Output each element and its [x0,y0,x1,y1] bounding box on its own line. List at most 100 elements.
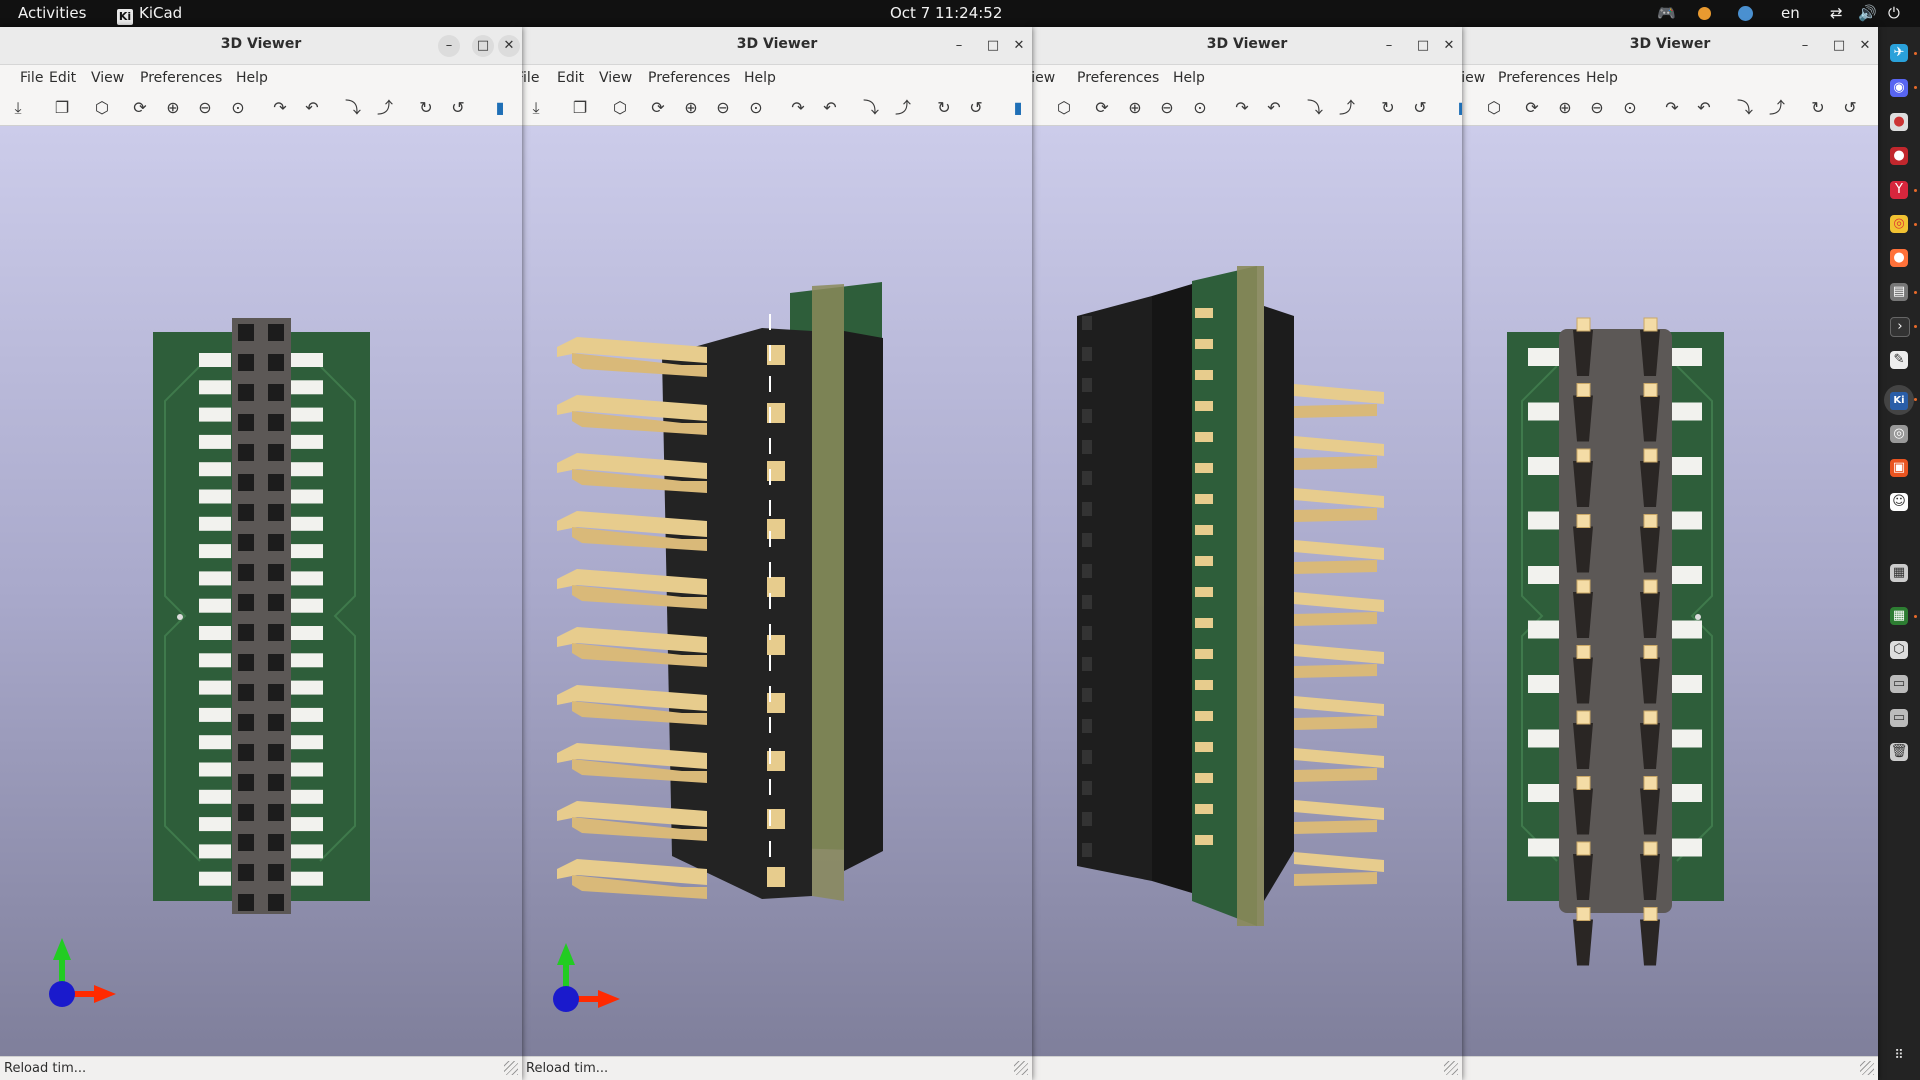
copy-icon[interactable]: ❐ [52,98,72,118]
update-icon[interactable] [1698,7,1711,20]
calculator-icon[interactable]: ▦ [1890,564,1908,582]
minimize-icon[interactable]: – [1794,35,1816,57]
menu-help[interactable]: Help [1586,70,1618,86]
rotate-y-cw-icon[interactable]: ⤵ [343,98,363,118]
3d-viewer-window-3[interactable]: 3D Viewer–□✕ View Preferences Help ⬡ ⟳ ⊕ ⊖ ⊙ ↷ ↶ ⤵ ⤴… [1032,27,1462,1080]
refresh-icon[interactable]: ⟳ [1092,98,1112,118]
title-bar[interactable]: 3D Viewer – □ ✕ [1032,27,1462,65]
zoom-in-icon[interactable]: ⊕ [681,98,701,118]
zoom-out-icon[interactable]: ⊖ [713,98,733,118]
rotate-z-cw-icon[interactable]: ↻ [1378,98,1398,118]
kicad-dock-icon[interactable]: Ki [1884,385,1914,415]
maximize-icon[interactable]: □ [1828,35,1850,57]
ortho-toggle-icon[interactable]: ▮ [1452,98,1462,118]
rotate-x-ccw-icon[interactable]: ↶ [1694,98,1714,118]
zoom-out-icon[interactable]: ⊖ [1587,98,1607,118]
rotate-x-cw-icon[interactable]: ↷ [788,98,808,118]
resize-grip[interactable] [1014,1061,1028,1075]
globe-icon[interactable] [1738,6,1753,21]
rotate-y-ccw-icon[interactable]: ⤴ [1767,98,1787,118]
browser-icon[interactable]: ● [1890,113,1908,131]
maximize-icon[interactable]: □ [982,35,1004,57]
3d-canvas[interactable] [1032,126,1462,1056]
pcb-editor-icon[interactable]: ▦ [1890,607,1908,625]
show-apps-icon[interactable]: ⠿ [1890,1047,1908,1065]
rotate-x-cw-icon[interactable]: ↷ [1662,98,1682,118]
zoom-out-icon[interactable]: ⊖ [195,98,215,118]
3d-canvas[interactable] [1462,126,1878,1056]
rotate-x-cw-icon[interactable]: ↷ [270,98,290,118]
rotate-z-ccw-icon[interactable]: ↺ [1840,98,1860,118]
menu-view[interactable]: View [91,70,124,86]
zoom-in-icon[interactable]: ⊕ [1555,98,1575,118]
rotate-z-ccw-icon[interactable]: ↺ [448,98,468,118]
refresh-icon[interactable]: ⟳ [1522,98,1542,118]
3d-canvas[interactable] [522,126,1032,1056]
yandex-icon[interactable]: Y [1890,181,1908,199]
view-3d-icon[interactable]: ⬡ [1484,98,1504,118]
menu-view[interactable]: View [1462,70,1485,86]
power-icon[interactable]: ⏻ [1888,4,1900,22]
view-3d-icon[interactable]: ⬡ [92,98,112,118]
discord-icon[interactable]: 🎮 [1657,4,1676,22]
trash-icon[interactable]: 🗑 [1890,743,1908,761]
files-icon[interactable]: ▤ [1890,283,1908,301]
close-icon[interactable]: ✕ [1008,35,1030,57]
rotate-z-ccw-icon[interactable]: ↺ [1410,98,1430,118]
close-icon[interactable]: ✕ [498,35,520,57]
menu-preferences[interactable]: Preferences [1077,70,1159,86]
clock[interactable]: Oct 7 11:24:52 [890,4,1002,22]
menu-preferences[interactable]: Preferences [1498,70,1580,86]
rotate-y-ccw-icon[interactable]: ⤴ [375,98,395,118]
menu-view[interactable]: View [599,70,632,86]
ortho-toggle-icon[interactable]: ▮ [1008,98,1028,118]
menu-help[interactable]: Help [744,70,776,86]
rotate-z-ccw-icon[interactable]: ↺ [966,98,986,118]
rotate-y-cw-icon[interactable]: ⤵ [1305,98,1325,118]
drive-icon[interactable]: ▭ [1890,675,1908,693]
rotate-x-cw-icon[interactable]: ↷ [1232,98,1252,118]
rotate-x-ccw-icon[interactable]: ↶ [1264,98,1284,118]
maximize-icon[interactable]: □ [1412,35,1434,57]
refresh-icon[interactable]: ⟳ [648,98,668,118]
resize-grip[interactable] [1444,1061,1458,1075]
minimize-icon[interactable]: – [948,35,970,57]
menu-view[interactable]: View [1032,70,1055,86]
minimize-icon[interactable]: – [1378,35,1400,57]
3d-canvas[interactable] [0,126,522,1056]
ortho-toggle-icon[interactable]: ▮ [490,98,510,118]
3d-viewer-window-2[interactable]: 3D Viewer–□✕ File Edit View Preferences Help ⤓… [522,27,1032,1080]
title-bar[interactable]: 3D Viewer – □ ✕ [522,27,1032,65]
software-icon[interactable]: ▣ [1890,459,1908,477]
zoom-in-icon[interactable]: ⊕ [1125,98,1145,118]
zoom-in-icon[interactable]: ⊕ [163,98,183,118]
title-bar[interactable]: 3D Viewer – □ ✕ [1462,27,1878,65]
refresh-icon[interactable]: ⟳ [130,98,150,118]
menu-preferences[interactable]: Preferences [140,70,222,86]
close-icon[interactable]: ✕ [1438,35,1460,57]
network-icon[interactable]: ⇄ [1830,4,1843,22]
menu-file[interactable]: File [20,70,43,86]
rotate-y-cw-icon[interactable]: ⤵ [861,98,881,118]
firefox-icon[interactable]: ● [1890,249,1908,267]
rotate-y-cw-icon[interactable]: ⤵ [1735,98,1755,118]
view-3d-icon[interactable]: ⬡ [610,98,630,118]
reload-icon[interactable]: ⤓ [526,98,546,118]
copy-icon[interactable]: ❐ [570,98,590,118]
zoom-fit-icon[interactable]: ⊙ [228,98,248,118]
rotate-x-ccw-icon[interactable]: ↶ [820,98,840,118]
view-3d-icon[interactable]: ⬡ [1054,98,1074,118]
activities-button[interactable]: Activities [18,4,86,22]
settings-icon[interactable]: ◎ [1890,425,1908,443]
maximize-icon[interactable]: □ [472,35,494,57]
menu-edit[interactable]: Edit [49,70,76,86]
discord-dock-icon[interactable]: ◉ [1890,79,1908,97]
drive-icon-2[interactable]: ▭ [1890,709,1908,727]
text-editor-icon[interactable]: ✎ [1890,351,1908,369]
3d-viewer-icon[interactable]: ⬡ [1890,641,1908,659]
rotate-z-cw-icon[interactable]: ↻ [934,98,954,118]
rotate-z-cw-icon[interactable]: ↻ [1808,98,1828,118]
zoom-fit-icon[interactable]: ⊙ [746,98,766,118]
menu-edit[interactable]: Edit [557,70,584,86]
chrome-icon[interactable]: ◎ [1890,215,1908,233]
